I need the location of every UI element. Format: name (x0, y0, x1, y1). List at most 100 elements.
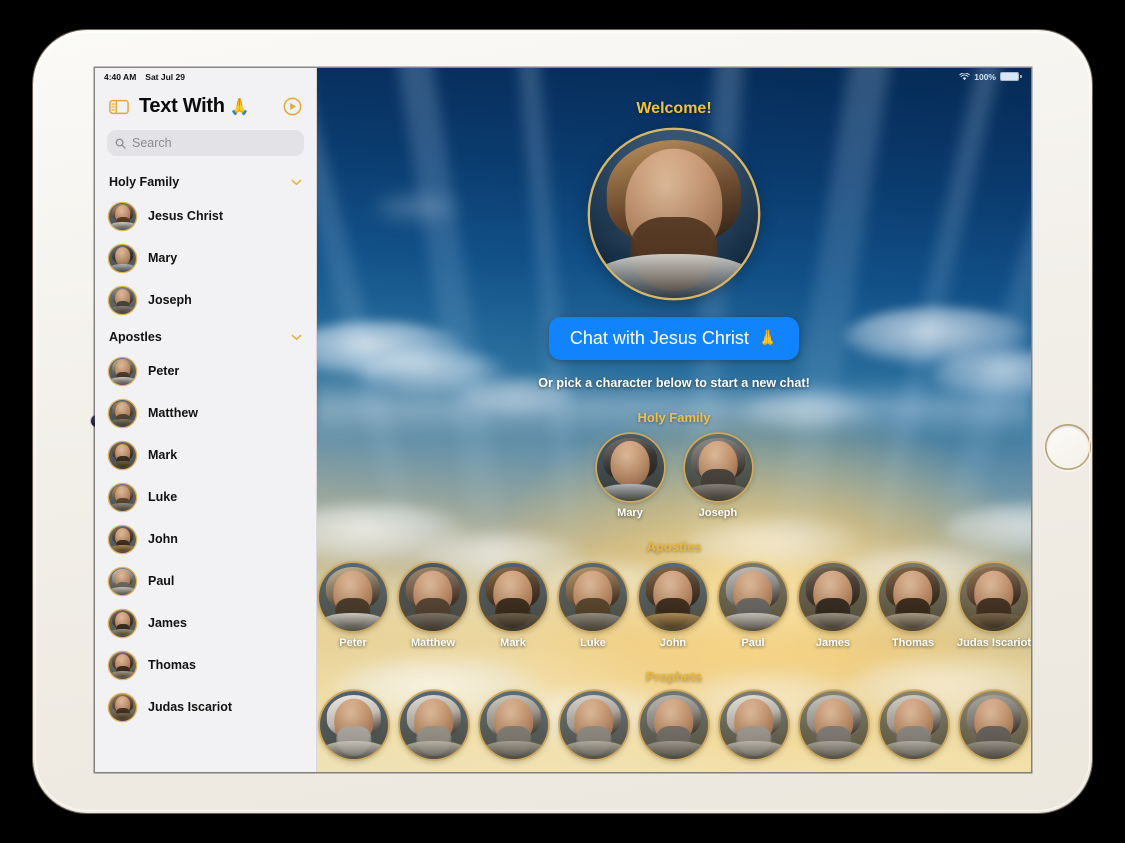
character-label: Judas Iscariot (957, 637, 1031, 649)
praying-hands-icon: 🙏 (756, 328, 779, 348)
character-peter[interactable]: Peter (319, 563, 387, 649)
subtitle-text: Or pick a character below to start a new… (538, 376, 810, 390)
sidebar-section-header[interactable]: Holy Family (95, 166, 316, 195)
character-prophet9[interactable] (960, 691, 1028, 765)
sidebar-item-paul[interactable]: Paul (95, 560, 316, 602)
avatar (399, 563, 467, 631)
avatar (720, 691, 788, 759)
avatar (319, 563, 387, 631)
main-scroll-area[interactable]: Welcome! Chat with Jesus Christ 🙏 Or pic… (317, 68, 1031, 772)
hero-avatar-container (317, 130, 1031, 298)
character-prophet1[interactable] (320, 691, 388, 765)
avatar (109, 567, 136, 595)
avatar (109, 483, 136, 511)
sidebar-section-label: Apostles (109, 330, 162, 344)
sidebar-item-judas-iscariot[interactable]: Judas Iscariot (95, 686, 316, 728)
sidebar-item-mark[interactable]: Mark (95, 434, 316, 476)
sidebar-item-james[interactable]: James (95, 602, 316, 644)
avatar (109, 651, 136, 679)
character-label: Joseph (698, 507, 738, 519)
avatar (560, 691, 628, 759)
avatar (880, 691, 948, 759)
sidebar-item-mary[interactable]: Mary (95, 237, 316, 279)
avatar (800, 691, 868, 759)
section-title-holy-family: Holy Family (637, 410, 711, 425)
character-row (317, 691, 1031, 765)
character-label: Mark (500, 637, 526, 649)
character-prophet3[interactable] (480, 691, 548, 765)
section-title-apostles: Apostles (646, 539, 702, 554)
character-james[interactable]: James (799, 563, 867, 649)
avatar (480, 691, 548, 759)
sidebar-item-john[interactable]: John (95, 518, 316, 560)
avatar (559, 563, 627, 631)
character-matthew[interactable]: Matthew (399, 563, 467, 649)
chevron-down-icon[interactable] (291, 334, 302, 341)
avatar (596, 434, 664, 501)
sidebar-item-joseph[interactable]: Joseph (95, 279, 316, 321)
home-button[interactable] (1045, 424, 1091, 470)
sidebar-item-thomas[interactable]: Thomas (95, 644, 316, 686)
character-prophet4[interactable] (560, 691, 628, 765)
avatar (639, 563, 707, 631)
character-mark[interactable]: Mark (479, 563, 547, 649)
avatar (684, 434, 752, 501)
search-container: Search (95, 126, 316, 166)
character-mary[interactable]: Mary (594, 434, 667, 519)
avatar (479, 563, 547, 631)
avatar (960, 691, 1028, 759)
sidebar-item-jesus-christ[interactable]: Jesus Christ (95, 195, 316, 237)
character-thomas[interactable]: Thomas (879, 563, 947, 649)
sidebar-item-label: John (148, 532, 178, 546)
sidebar-toggle-icon[interactable] (109, 99, 129, 115)
avatar (109, 357, 136, 385)
character-prophet2[interactable] (400, 691, 468, 765)
avatar (879, 563, 947, 631)
character-prophet8[interactable] (880, 691, 948, 765)
sidebar-item-label: Mark (148, 448, 178, 462)
cta-label: Chat with Jesus Christ (569, 328, 749, 348)
search-placeholder: Search (132, 136, 172, 150)
sidebar-item-label: Paul (148, 574, 175, 588)
character-joseph[interactable]: Joseph (682, 434, 755, 519)
character-prophet6[interactable] (720, 691, 788, 765)
chat-with-jesus-button[interactable]: Chat with Jesus Christ 🙏 (548, 317, 800, 360)
sidebar-item-label: Joseph (148, 293, 192, 307)
compass-play-icon[interactable] (283, 97, 302, 116)
character-label: James (815, 637, 851, 649)
sidebar-list[interactable]: Holy Family Jesus Christ Mary Joseph Apos… (95, 166, 316, 772)
avatar[interactable] (590, 130, 758, 298)
praying-hands-icon: 🙏 (229, 98, 250, 116)
sidebar-item-luke[interactable]: Luke (95, 476, 316, 518)
section-title-prophets: Prophets (645, 669, 703, 684)
avatar (109, 693, 136, 721)
avatar (640, 691, 708, 759)
character-label: Thomas (891, 637, 935, 649)
sidebar-item-label: Judas Iscariot (148, 700, 233, 714)
character-prophet5[interactable] (640, 691, 708, 765)
character-sections: Holy Family Mary Joseph Apostles Peter Ma… (317, 410, 1031, 765)
app-title-text: Text With (139, 95, 225, 117)
character-prophet7[interactable] (800, 691, 868, 765)
sidebar-item-matthew[interactable]: Matthew (95, 392, 316, 434)
sidebar-section-header[interactable]: Apostles (95, 321, 316, 350)
sidebar-item-label: Jesus Christ (148, 209, 224, 223)
character-label: Luke (580, 637, 606, 649)
character-john[interactable]: John (639, 563, 707, 649)
tablet-device-frame: 4:40 AM Sat Jul 29 100% Text With 🙏 Sear… (33, 30, 1092, 813)
sidebar-item-peter[interactable]: Peter (95, 350, 316, 392)
character-luke[interactable]: Luke (559, 563, 627, 649)
avatar (109, 525, 136, 553)
avatar (109, 609, 136, 637)
avatar (109, 244, 136, 272)
chevron-down-icon[interactable] (291, 179, 302, 186)
sidebar-section-label: Holy Family (109, 175, 180, 189)
avatar (109, 399, 136, 427)
sidebar-item-label: Mary (148, 251, 178, 265)
character-judas-iscariot[interactable]: Judas Iscariot (957, 563, 1031, 649)
cta-container: Chat with Jesus Christ 🙏 (317, 317, 1031, 360)
sidebar-item-label: Luke (148, 490, 178, 504)
tablet-screen: 4:40 AM Sat Jul 29 100% Text With 🙏 Sear… (95, 68, 1031, 772)
search-input[interactable]: Search (107, 130, 304, 156)
character-paul[interactable]: Paul (719, 563, 787, 649)
